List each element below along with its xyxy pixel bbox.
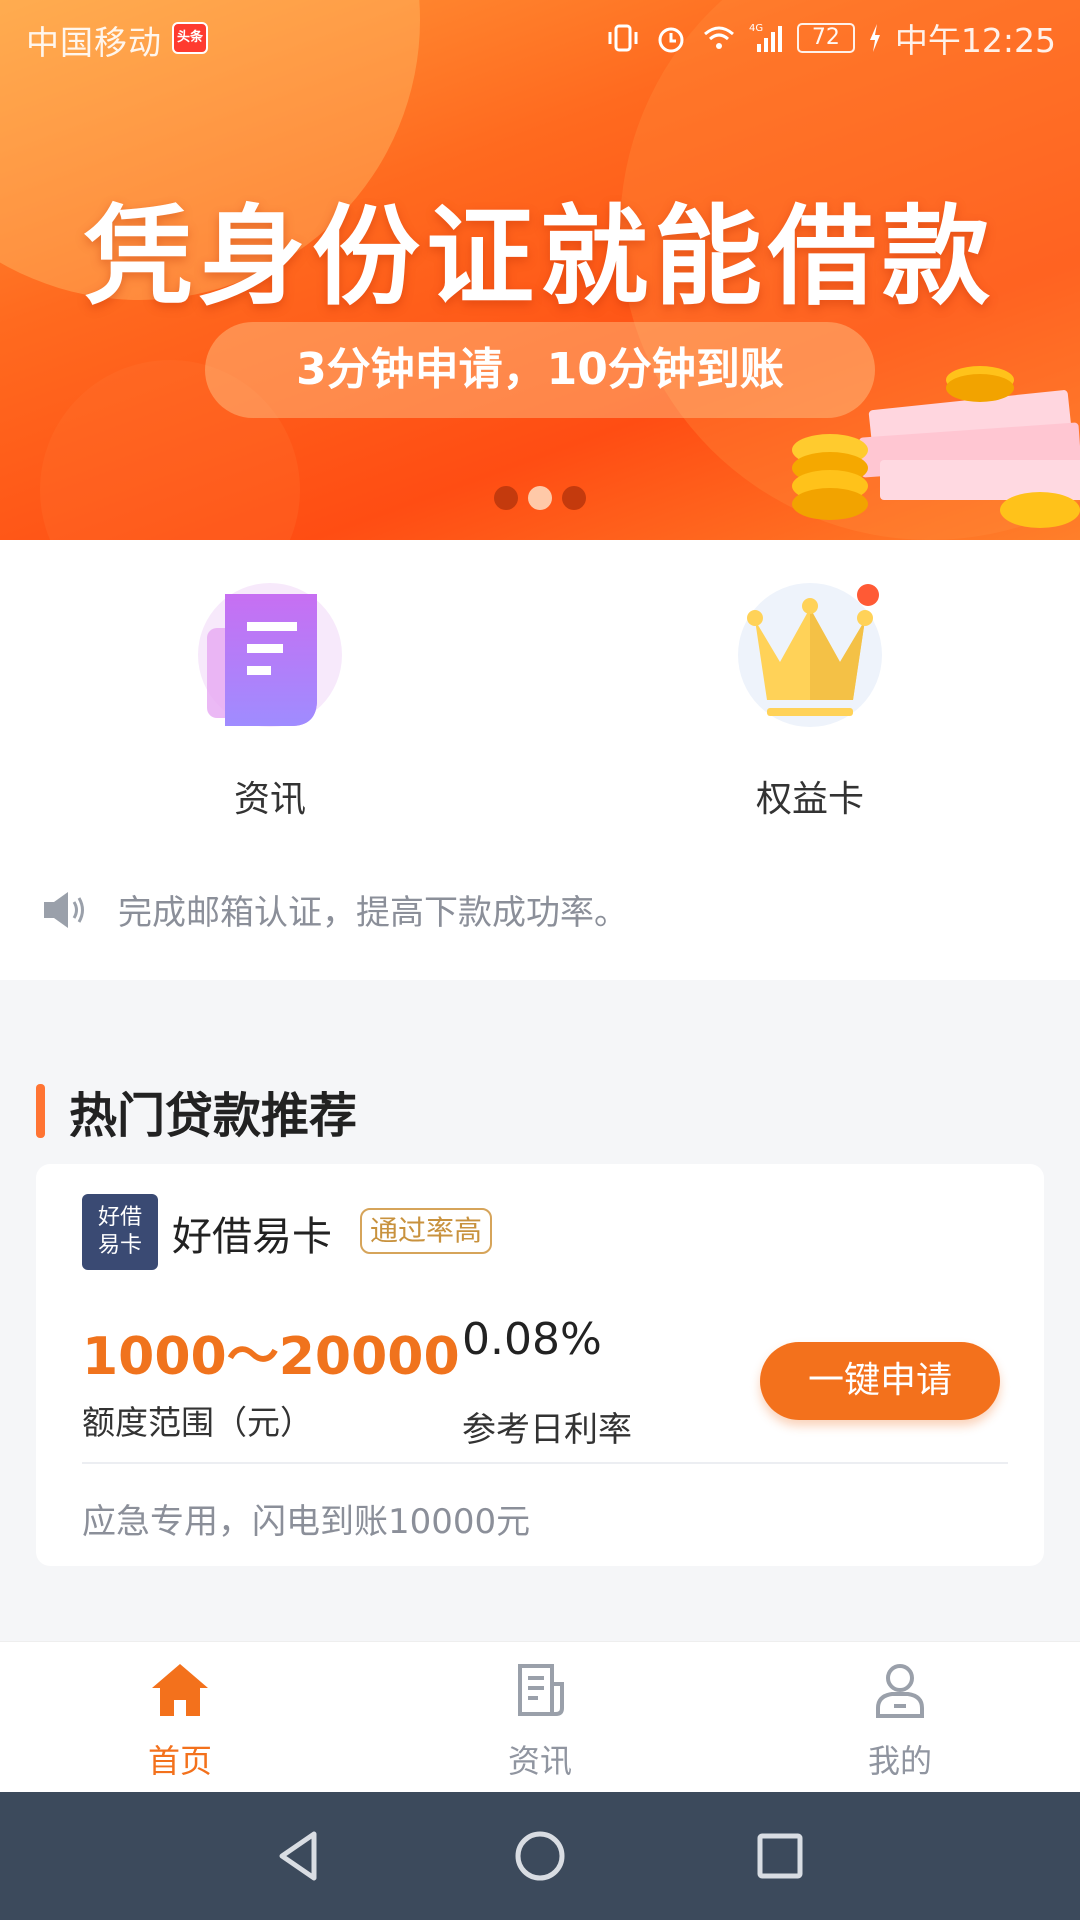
carousel-dot[interactable] [494,486,518,510]
entry-news-label: 资讯 [233,779,306,820]
money-stack-illustration [792,366,1080,528]
user-icon [876,1664,924,1718]
system-navigation-bar [0,1792,1080,1920]
clock: 中午12:25 [894,21,1056,60]
carrier-name: 中国移动 [26,23,162,62]
section-header: 热门贷款推荐 [36,1076,357,1146]
signal-icon: 4G [749,23,782,52]
news-app-badge: 头条 [172,22,208,54]
speaker-icon [44,891,84,928]
vibrate-icon [608,24,638,52]
charging-icon [869,24,880,52]
entry-news[interactable]: 资讯 [120,580,420,822]
loan-description: 应急专用，闪电到账10000元 [82,1502,531,1542]
lender-tag: 通过率高 [360,1208,493,1254]
battery-indicator: 72 [796,23,855,53]
status-bar: 中国移动 头条 4G 72 中午12:25 [0,0,1080,74]
promo-banner[interactable]: 中国移动 头条 4G 72 中午12:25 凭身份证就能借款 3分钟申请，10分… [0,0,1080,540]
banner-title: 凭身份证就能借款 [83,195,996,320]
lender-logo-line: 好借 [97,1205,142,1230]
loan-card[interactable]: 好借 易卡 好借易卡 通过率高 1000～20000 额度范围（元） 0.08%… [36,1164,1044,1566]
tab-news[interactable]: 资讯 [440,1658,640,1782]
quick-entry-panel: 资讯 权益卡 完成邮箱认证，提高下款成功率。 [0,540,1080,980]
notification-dot [857,584,879,606]
apply-button[interactable]: 一键申请 [760,1342,1000,1420]
document-icon [195,580,345,730]
section-accent-bar [36,1084,45,1138]
card-divider [82,1462,1008,1464]
entry-rights-card[interactable]: 权益卡 [660,580,960,822]
recent-apps-icon[interactable] [746,1822,814,1890]
alarm-icon [658,27,684,53]
wifi-icon [703,26,734,49]
carousel-dot[interactable] [562,486,586,510]
lender-logo: 好借 易卡 [82,1194,158,1270]
back-icon[interactable] [266,1822,334,1890]
carousel-dot-active[interactable] [528,486,552,510]
tab-news-label: 资讯 [507,1742,572,1780]
tab-mine[interactable]: 我的 [800,1658,1000,1782]
banner-subtitle: 3分钟申请，10分钟到账 [205,322,875,418]
home-circle-icon[interactable] [506,1822,574,1890]
bottom-tab-bar: 首页 资讯 我的 [0,1642,1080,1792]
section-title: 热门贷款推荐 [69,1088,358,1144]
notice-bar[interactable]: 完成邮箱认证，提高下款成功率。 [42,885,628,934]
daily-rate-value: 0.08% [462,1314,602,1365]
lender-name: 好借易卡 [172,1214,332,1260]
crown-icon [735,580,885,730]
lender-logo-line: 易卡 [97,1233,142,1258]
entry-rights-label: 权益卡 [755,779,864,820]
notice-text: 完成邮箱认证，提高下款成功率。 [118,893,628,933]
loan-amount-range: 1000～20000 [82,1327,460,1387]
carousel-indicator[interactable] [0,486,1080,510]
tab-home-label: 首页 [147,1742,212,1780]
svg-text:4G: 4G [749,23,763,34]
tab-home[interactable]: 首页 [80,1658,280,1782]
loan-amount-label: 额度范围（元） [82,1403,313,1442]
news-icon [518,1664,564,1716]
tab-mine-label: 我的 [867,1742,932,1780]
home-icon [152,1664,208,1716]
daily-rate-label: 参考日利率 [462,1410,632,1450]
